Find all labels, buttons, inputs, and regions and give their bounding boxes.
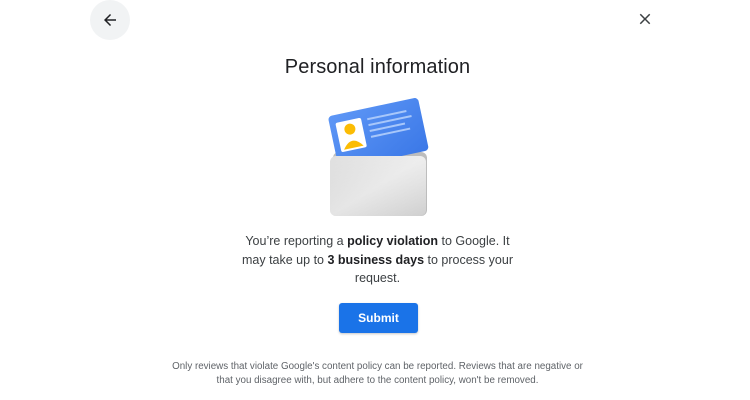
message-bold-policy: policy violation [347, 234, 439, 248]
close-icon [639, 13, 651, 25]
page-title: Personal information [284, 56, 471, 78]
back-button[interactable] [90, 0, 130, 40]
submit-button[interactable]: Submit [339, 303, 418, 333]
message-bold-days: 3 business days [327, 252, 425, 267]
close-button[interactable] [631, 5, 659, 33]
policy-footnote: Only reviews that violate Google's conte… [172, 361, 583, 386]
id-card-in-wallet-illustration [328, 98, 429, 216]
report-dialog: Personal information You’re reporting a … [0, 0, 750, 400]
message-text: You’re reporting a [245, 234, 348, 248]
report-message: You’re reporting a policy violation to G… [240, 232, 515, 288]
arrow-back-icon [104, 14, 116, 26]
